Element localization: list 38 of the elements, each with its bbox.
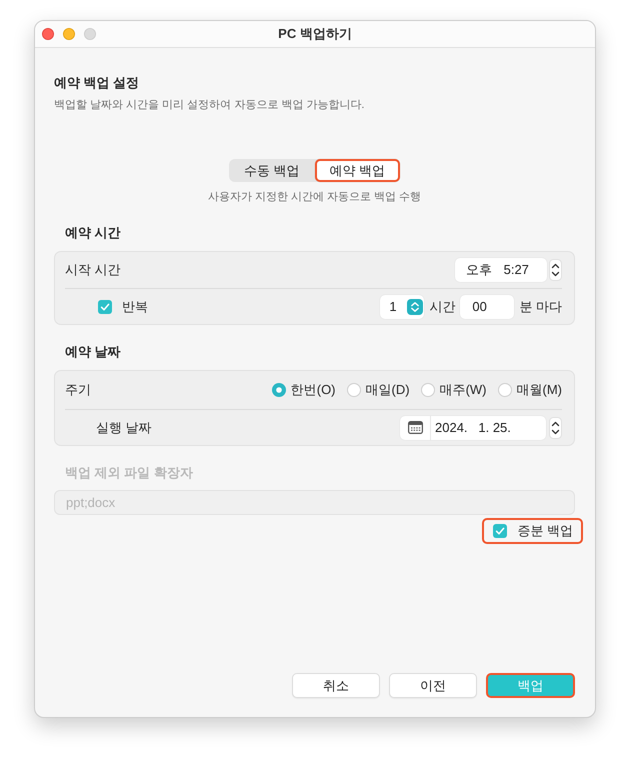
field-label: 주기 bbox=[65, 382, 91, 398]
field-label: 실행 날짜 bbox=[96, 420, 152, 436]
minutes-field[interactable]: 00 bbox=[460, 294, 514, 318]
caption-text: 사용자가 지정한 시간에 자동으로 백업 수행 bbox=[208, 190, 422, 204]
radio-button[interactable] bbox=[346, 383, 361, 397]
radio-button[interactable] bbox=[420, 383, 435, 397]
radio-label: 한번(O) bbox=[290, 382, 336, 398]
section-title: 백업 제외 파일 확장자 bbox=[65, 465, 194, 481]
radio-label: 매주(W) bbox=[440, 382, 486, 398]
unit-label: 시간 bbox=[429, 298, 456, 314]
radio-button[interactable] bbox=[272, 383, 286, 397]
radio-label: 매월(M) bbox=[516, 382, 562, 398]
checkbox-label: 증분 백업 bbox=[517, 523, 573, 539]
section-title: 예약 날짜 bbox=[65, 344, 122, 360]
calendar-icon bbox=[408, 421, 422, 434]
unit-label: 분 마다 bbox=[519, 298, 562, 314]
section-heading: 예약 백업 설정 bbox=[54, 75, 140, 91]
minimize-icon[interactable] bbox=[63, 28, 75, 40]
window-title: PC 백업하기 bbox=[278, 25, 352, 43]
checkbox[interactable] bbox=[98, 300, 112, 314]
hours-dropdown[interactable]: 1 bbox=[380, 294, 424, 318]
up-down-arrows-icon[interactable] bbox=[549, 259, 562, 281]
dialog-button[interactable]: 이전 bbox=[389, 673, 477, 698]
date-field[interactable]: 2024. 1. 25. bbox=[400, 416, 546, 440]
mode-tab[interactable]: 수동 백업 bbox=[228, 159, 314, 182]
close-icon[interactable] bbox=[42, 28, 54, 40]
mode-tab[interactable]: 예약 백업 bbox=[314, 159, 400, 182]
up-down-chevron-icon bbox=[407, 298, 424, 314]
description-text: 백업할 날짜와 시간을 미리 설정하여 자동으로 백업 가능합니다. bbox=[54, 98, 366, 112]
up-down-arrows-icon[interactable] bbox=[549, 416, 562, 438]
checkbox-label: 반복 bbox=[122, 298, 148, 314]
time-field[interactable]: 오후 5:27 bbox=[455, 258, 547, 282]
field-label: 시작 시간 bbox=[65, 262, 121, 278]
section-title: 예약 시간 bbox=[65, 225, 122, 241]
radio-button[interactable] bbox=[498, 383, 512, 397]
radio-label: 매일(D) bbox=[366, 382, 410, 398]
checkbox[interactable] bbox=[493, 524, 508, 538]
dialog-button[interactable]: 취소 bbox=[292, 673, 380, 698]
